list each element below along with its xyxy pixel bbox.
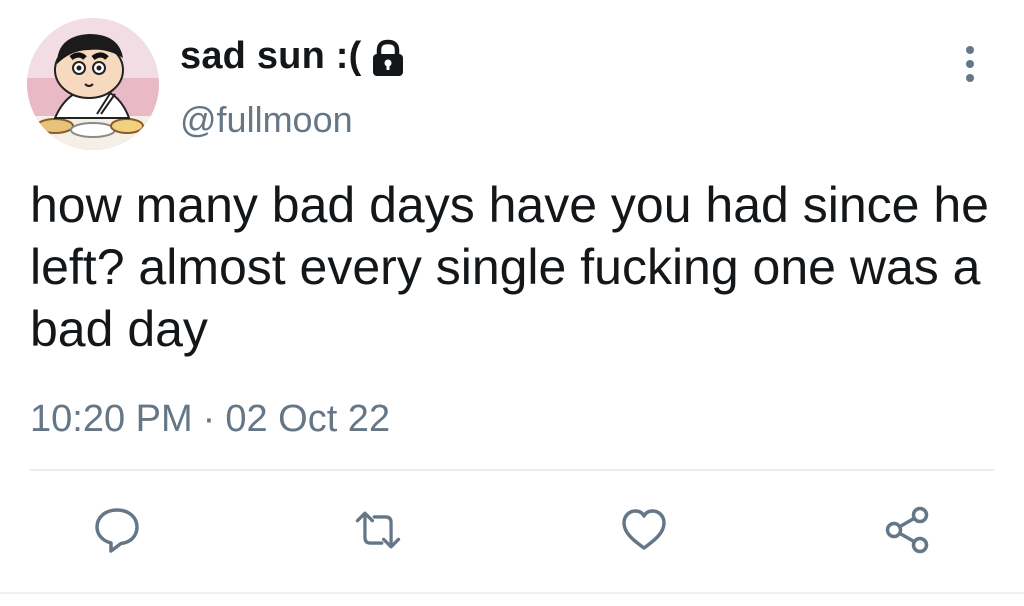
divider: [30, 469, 994, 471]
tweet-timestamp[interactable]: 10:20 PM · 02 Oct 22: [30, 396, 390, 442]
bottom-border: [0, 592, 1024, 594]
tweet-card: sad sun :( @fullmoon how many bad days h…: [0, 0, 1024, 606]
tweet-text: how many bad days have you had since he …: [30, 177, 989, 357]
meta-separator: ·: [202, 398, 216, 440]
display-name[interactable]: sad sun :(: [180, 34, 407, 78]
heart-icon: [622, 509, 666, 550]
share-icon: [885, 506, 929, 554]
reply-button[interactable]: [89, 502, 145, 558]
retweet-icon: [355, 511, 401, 549]
avatar[interactable]: [27, 18, 159, 150]
retweet-button[interactable]: [350, 502, 406, 558]
tweet-time: 10:20 PM: [30, 398, 193, 440]
lock-icon: [369, 38, 407, 78]
share-button[interactable]: [880, 502, 936, 558]
cartoon-avatar-icon: [27, 18, 159, 150]
user-handle[interactable]: @fullmoon: [180, 98, 353, 142]
tweet-date: 02 Oct 22: [225, 398, 391, 440]
reply-icon: [95, 508, 139, 553]
like-button[interactable]: [616, 502, 672, 558]
display-name-text: sad sun :(: [180, 35, 362, 77]
more-vertical-icon[interactable]: [955, 42, 985, 86]
